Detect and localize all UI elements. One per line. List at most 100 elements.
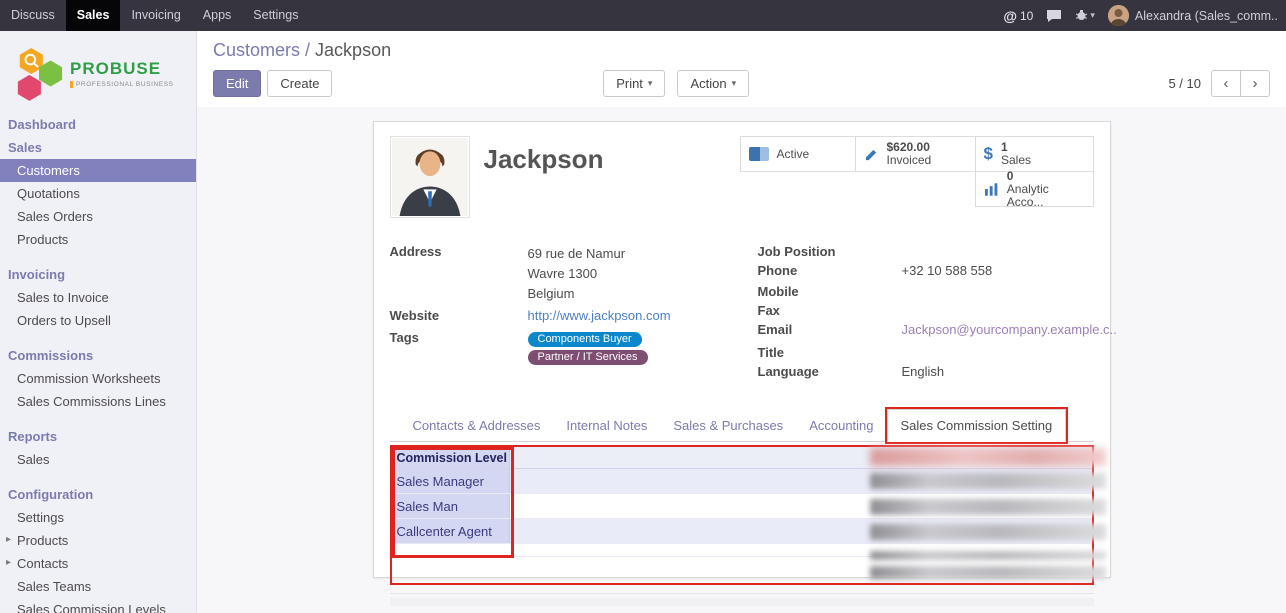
sidebar-item-config-products[interactable]: ▸ Products [0,529,196,552]
redacted-blur [870,551,1106,560]
mentions-counter[interactable]: @ 10 [1003,8,1033,24]
sidebar-item-commission-worksheets[interactable]: Commission Worksheets [0,367,196,390]
sidebar-item-quotations[interactable]: Quotations [0,182,196,205]
tab-sales-purchases[interactable]: Sales & Purchases [660,410,796,441]
mention-icon: @ [1003,8,1017,24]
sidebar-item-reports-sales[interactable]: Sales [0,448,196,471]
commission-level-cell: Callcenter Agent [392,519,510,543]
menu-discuss[interactable]: Discuss [0,0,66,31]
breadcrumb: Customers/Jackpson [197,31,1286,61]
tab-internal-notes[interactable]: Internal Notes [553,410,660,441]
breadcrumb-customers-link[interactable]: Customers [213,40,300,60]
sidebar-heading-invoicing[interactable]: Invoicing [0,263,196,286]
customer-photo[interactable] [390,136,470,218]
breadcrumb-separator: / [305,40,310,60]
record-pager-counter: 5 / 10 [1168,76,1201,91]
sidebar-heading-reports[interactable]: Reports [0,425,196,448]
customer-form-sheet: Jackpson Active $620.00 Invoiced [373,121,1111,578]
active-stat-button[interactable]: Active [740,136,856,172]
probuse-logo[interactable]: PROBUSE PROFESSIONAL BUSINESS [0,31,196,113]
commission-level-cell: Sales Manager [392,469,510,493]
fax-label: Fax [758,303,902,319]
dollar-icon: $ [984,144,993,164]
redacted-blur [870,473,1106,489]
create-button[interactable]: Create [267,70,332,97]
pencil-icon [864,147,879,162]
content-area: Jackpson Active $620.00 Invoiced [197,107,1286,613]
sidebar-item-sales-commission-levels[interactable]: Sales Commission Levels [0,598,196,613]
sidebar-item-customers[interactable]: Customers [0,159,196,182]
sidebar-item-label: Contacts [17,556,68,571]
breadcrumb-current-record: Jackpson [315,40,391,60]
control-panel: Edit Create Print ▾ Action ▾ 5 / 10 ‹ › [197,61,1286,107]
print-label: Print [616,76,643,91]
action-dropdown-button[interactable]: Action ▾ [677,70,749,97]
invoiced-stat-button[interactable]: $620.00 Invoiced [855,136,976,172]
edit-button[interactable]: Edit [213,70,261,97]
action-label: Action [690,76,726,91]
user-menu[interactable]: Alexandra (Sales_comm.. [1108,5,1278,26]
commission-table: Commission Level Sales Manager Sales Man… [390,445,1094,585]
pager-next-button[interactable]: › [1240,70,1270,97]
email-link[interactable]: Jackpson@yourcompany.example.c.. [902,322,1117,338]
sales-label: Sales [1001,154,1031,167]
pager-previous-button[interactable]: ‹ [1211,70,1241,97]
tab-accounting[interactable]: Accounting [796,410,886,441]
language-value: English [902,364,945,380]
menu-settings[interactable]: Settings [242,0,309,31]
title-label: Title [758,345,902,361]
empty-list-band [390,598,1094,606]
sidebar-item-orders-to-upsell[interactable]: Orders to Upsell [0,309,196,332]
language-label: Language [758,364,902,380]
bar-graph-icon [984,183,999,196]
logo-title: PROBUSE [70,59,174,79]
sidebar-item-config-contacts[interactable]: ▸ Contacts [0,552,196,575]
sidebar-item-settings[interactable]: Settings [0,506,196,529]
chevron-right-icon[interactable]: ▸ [6,534,11,545]
caret-down-icon: ▾ [732,78,737,89]
customer-name-title: Jackpson [484,144,604,175]
phone-value: +32 10 588 558 [902,263,993,279]
sidebar-item-sales-orders[interactable]: Sales Orders [0,205,196,228]
chat-icon[interactable] [1046,9,1062,23]
address-line-2: Wavre 1300 [528,264,626,284]
tag-components-buyer: Components Buyer [528,332,642,347]
sidebar-heading-commissions[interactable]: Commissions [0,344,196,367]
menu-sales[interactable]: Sales [66,0,121,31]
mention-count: 10 [1020,9,1033,23]
sidebar-item-sales-commissions-lines[interactable]: Sales Commissions Lines [0,390,196,413]
print-dropdown-button[interactable]: Print ▾ [603,70,665,97]
menu-invoicing[interactable]: Invoicing [120,0,191,31]
redacted-blur [870,566,1106,579]
debug-menu[interactable]: ▾ [1075,9,1095,22]
email-label: Email [758,322,902,338]
sidebar-item-sales-to-invoice[interactable]: Sales to Invoice [0,286,196,309]
active-toggle-icon [749,147,769,161]
column-header-commission-level[interactable]: Commission Level [392,447,510,468]
tab-contacts-addresses[interactable]: Contacts & Addresses [400,410,554,441]
sidebar-heading-sales[interactable]: Sales [0,136,196,159]
tags-label: Tags [390,330,528,366]
sidebar-item-sales-teams[interactable]: Sales Teams [0,575,196,598]
sales-stat-button[interactable]: $ 1 Sales [975,136,1094,172]
menu-apps[interactable]: Apps [192,0,243,31]
redacted-blur [870,524,1106,540]
website-link[interactable]: http://www.jackpson.com [528,308,671,324]
sidebar-heading-configuration[interactable]: Configuration [0,483,196,506]
caret-down-icon: ▾ [648,78,653,89]
address-line-3: Belgium [528,284,626,304]
analytic-stat-button[interactable]: 0 Analytic Acco... [975,171,1094,207]
sidebar-item-products[interactable]: Products [0,228,196,251]
notebook-tabs: Contacts & Addresses Internal Notes Sale… [390,409,1094,442]
logo-subtitle: PROFESSIONAL BUSINESS [70,81,174,88]
active-label: Active [777,148,810,161]
mobile-label: Mobile [758,284,902,300]
analytic-count: 0 [1007,170,1085,183]
sidebar-heading-dashboard[interactable]: Dashboard [0,113,196,136]
chevron-right-icon[interactable]: ▸ [6,557,11,568]
tag-partner-it-services: Partner / IT Services [528,350,648,365]
tab-sales-commission-setting[interactable]: Sales Commission Setting [887,409,1067,442]
probuse-logo-icon [14,45,64,101]
address-value: 69 rue de Namur Wavre 1300 Belgium [528,244,626,304]
bug-icon [1075,9,1088,22]
